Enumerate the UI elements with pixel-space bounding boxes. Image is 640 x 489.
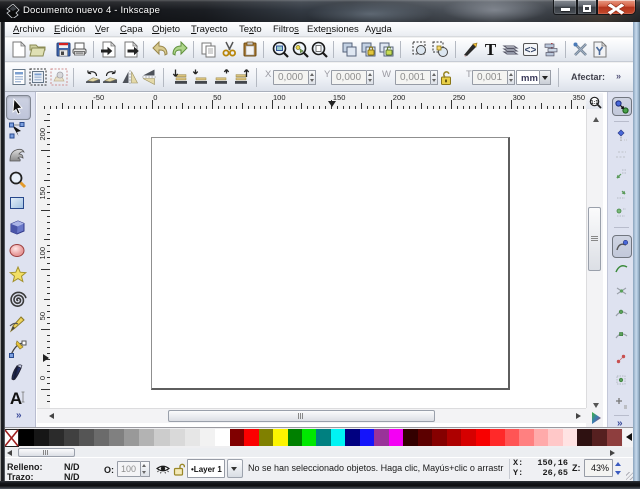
svg-text:A: A <box>10 389 22 408</box>
svg-text:<>: <> <box>525 45 537 56</box>
svg-text:1:1: 1:1 <box>591 100 599 106</box>
svg-text:T: T <box>484 41 496 58</box>
